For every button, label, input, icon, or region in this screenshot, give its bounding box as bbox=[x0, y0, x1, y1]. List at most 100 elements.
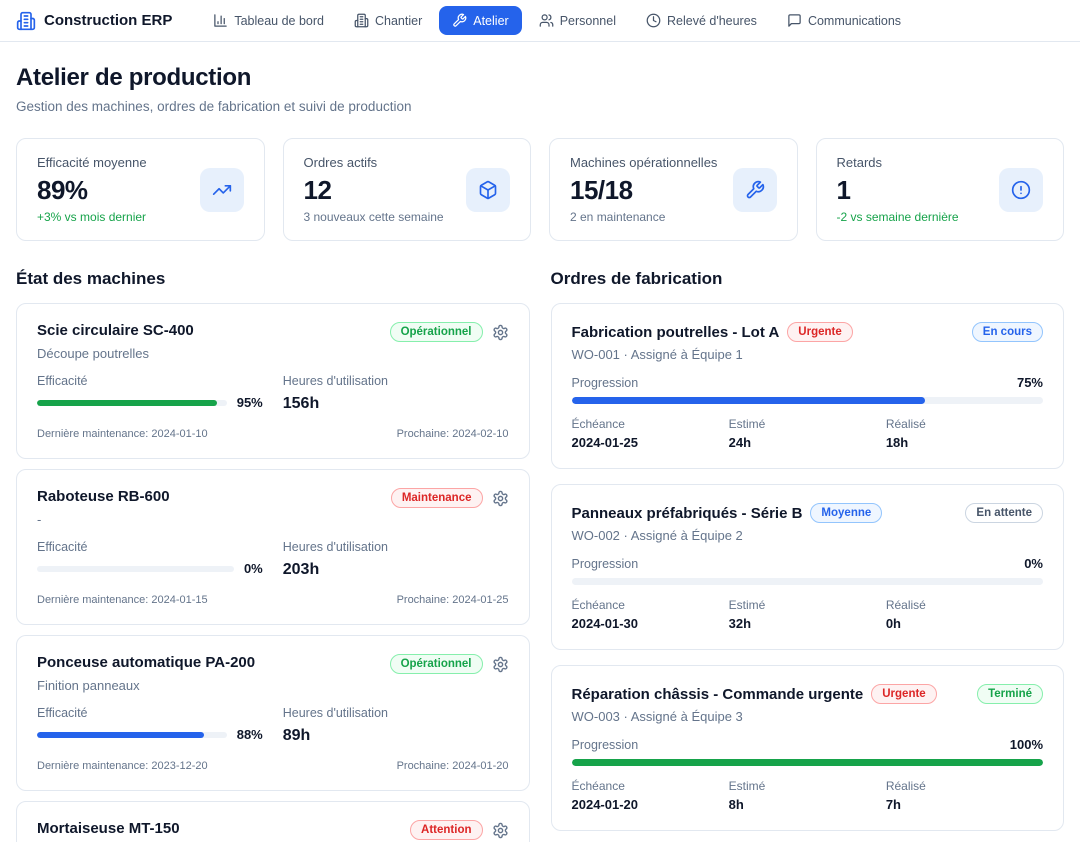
nav-item[interactable]: Communications bbox=[774, 6, 914, 35]
gear-icon bbox=[492, 324, 509, 341]
order-estimated-label: Estimé bbox=[729, 417, 886, 431]
machine-efficiency-label: Efficacité bbox=[37, 706, 263, 720]
machine-card-header: Raboteuse RB-600 Maintenance bbox=[37, 488, 509, 508]
machine-last-maintenance: Dernière maintenance: 2024-01-15 bbox=[37, 594, 208, 606]
order-card-footer: Échéance 2024-01-20 Estimé 8h Réalisé 7h bbox=[572, 779, 1044, 812]
machine-title-block: Scie circulaire SC-400 bbox=[37, 322, 194, 339]
stat-note: -2 vs semaine dernière bbox=[837, 210, 959, 224]
nav-item[interactable]: Atelier bbox=[439, 6, 521, 35]
last-maintenance-prefix: Dernière maintenance: bbox=[37, 760, 148, 772]
stat-card-body: Retards 1 -2 vs semaine dernière bbox=[837, 155, 959, 224]
machine-card: Scie circulaire SC-400 Opérationnel Déco… bbox=[16, 303, 530, 459]
machine-efficiency-block: Efficacité 88% bbox=[37, 706, 263, 745]
machine-settings-button[interactable] bbox=[492, 656, 509, 673]
order-done-block: Réalisé 18h bbox=[886, 417, 1043, 450]
machine-header-right: Opérationnel bbox=[390, 322, 509, 342]
machine-efficiency-label: Efficacité bbox=[37, 374, 263, 388]
order-progress-label: Progression bbox=[572, 376, 639, 390]
stat-card: Ordres actifs 12 3 nouveaux cette semain… bbox=[283, 138, 532, 241]
nav-item-label: Personnel bbox=[560, 14, 616, 28]
machine-status-badge: Opérationnel bbox=[390, 322, 483, 342]
machine-settings-button[interactable] bbox=[492, 490, 509, 507]
nav-item[interactable]: Tableau de bord bbox=[200, 6, 337, 35]
machine-progress-fill bbox=[37, 400, 217, 406]
order-due-label: Échéance bbox=[572, 417, 729, 431]
machine-hours-block: Heures d'utilisation 203h bbox=[283, 540, 509, 579]
nav-item-label: Chantier bbox=[375, 14, 422, 28]
stat-label: Efficacité moyenne bbox=[37, 155, 147, 170]
order-card: Réparation châssis - Commande urgente Ur… bbox=[551, 665, 1065, 831]
machine-task: Finition panneaux bbox=[37, 678, 509, 693]
machine-header-right: Attention bbox=[410, 820, 508, 840]
machine-efficiency-bar-row: 88% bbox=[37, 727, 263, 742]
stat-card-body: Machines opérationnelles 15/18 2 en main… bbox=[570, 155, 717, 224]
order-due-label: Échéance bbox=[572, 598, 729, 612]
order-done-block: Réalisé 0h bbox=[886, 598, 1043, 631]
stat-icon bbox=[212, 180, 232, 200]
page-subtitle: Gestion des machines, ordres de fabricat… bbox=[16, 99, 1064, 114]
order-due-value: 2024-01-30 bbox=[572, 616, 729, 631]
nav-item[interactable]: Personnel bbox=[526, 6, 629, 35]
order-estimated-block: Estimé 8h bbox=[729, 779, 886, 812]
machine-hours-label: Heures d'utilisation bbox=[283, 374, 509, 388]
machine-card-header: Scie circulaire SC-400 Opérationnel bbox=[37, 322, 509, 342]
order-progress-track bbox=[572, 397, 1044, 404]
stat-label: Machines opérationnelles bbox=[570, 155, 717, 170]
order-due-block: Échéance 2024-01-20 bbox=[572, 779, 729, 812]
order-estimated-block: Estimé 32h bbox=[729, 598, 886, 631]
next-maintenance-date: 2024-01-20 bbox=[452, 760, 508, 772]
nav-items: Tableau de bord Chantier Atelier Personn… bbox=[200, 6, 914, 35]
order-title-row: Réparation châssis - Commande urgente Ur… bbox=[572, 684, 937, 704]
machine-name: Raboteuse RB-600 bbox=[37, 488, 170, 505]
stats-row: Efficacité moyenne 89% +3% vs mois derni… bbox=[16, 138, 1064, 241]
main-content: Atelier de production Gestion des machin… bbox=[0, 64, 1080, 842]
machine-efficiency-block: Efficacité 0% bbox=[37, 540, 263, 579]
nav-item-label: Tableau de bord bbox=[234, 14, 324, 28]
brand: Construction ERP bbox=[16, 11, 172, 31]
gear-icon bbox=[492, 656, 509, 673]
machine-settings-button[interactable] bbox=[492, 324, 509, 341]
machine-hours-value: 203h bbox=[283, 561, 509, 579]
machine-task: - bbox=[37, 512, 509, 527]
order-name: Panneaux préfabriqués - Série B bbox=[572, 505, 803, 522]
order-due-block: Échéance 2024-01-25 bbox=[572, 417, 729, 450]
machine-header-right: Maintenance bbox=[391, 488, 509, 508]
gear-icon bbox=[492, 490, 509, 507]
order-due-value: 2024-01-20 bbox=[572, 797, 729, 812]
machine-efficiency-value: 0% bbox=[244, 561, 263, 576]
machine-hours-label: Heures d'utilisation bbox=[283, 706, 509, 720]
machine-name: Scie circulaire SC-400 bbox=[37, 322, 194, 339]
nav-item-icon bbox=[354, 13, 369, 28]
last-maintenance-date: 2024-01-10 bbox=[151, 428, 207, 440]
order-status-badge: En attente bbox=[965, 503, 1043, 523]
nav-item[interactable]: Chantier bbox=[341, 6, 435, 35]
stat-card: Efficacité moyenne 89% +3% vs mois derni… bbox=[16, 138, 265, 241]
next-maintenance-date: 2024-02-10 bbox=[452, 428, 508, 440]
machine-status-badge: Attention bbox=[410, 820, 482, 840]
order-priority-badge: Urgente bbox=[787, 322, 852, 342]
last-maintenance-prefix: Dernière maintenance: bbox=[37, 594, 148, 606]
nav-item-label: Relevé d'heures bbox=[667, 14, 757, 28]
stat-icon bbox=[745, 180, 765, 200]
order-due-value: 2024-01-25 bbox=[572, 435, 729, 450]
order-due-block: Échéance 2024-01-30 bbox=[572, 598, 729, 631]
machine-card-footer: Dernière maintenance: 2024-01-15 Prochai… bbox=[37, 594, 509, 606]
nav-item[interactable]: Relevé d'heures bbox=[633, 6, 770, 35]
stat-note: +3% vs mois dernier bbox=[37, 210, 147, 224]
machine-name: Mortaiseuse MT-150 bbox=[37, 820, 180, 837]
next-maintenance-prefix: Prochaine: bbox=[397, 594, 450, 606]
machine-title-block: Ponceuse automatique PA-200 bbox=[37, 654, 255, 671]
order-estimated-label: Estimé bbox=[729, 779, 886, 793]
machine-efficiency-label: Efficacité bbox=[37, 540, 263, 554]
machine-settings-button[interactable] bbox=[492, 822, 509, 839]
machines-section: État des machines Scie circulaire SC-400… bbox=[16, 249, 530, 842]
order-due-label: Échéance bbox=[572, 779, 729, 793]
stat-label: Ordres actifs bbox=[304, 155, 444, 170]
machine-efficiency-value: 95% bbox=[237, 395, 263, 410]
order-estimated-value: 32h bbox=[729, 616, 886, 631]
gear-icon bbox=[492, 822, 509, 839]
machine-next-maintenance: Prochaine: 2024-01-20 bbox=[397, 760, 509, 772]
brand-name: Construction ERP bbox=[44, 12, 172, 29]
stat-card: Machines opérationnelles 15/18 2 en main… bbox=[549, 138, 798, 241]
building-icon bbox=[16, 11, 36, 31]
